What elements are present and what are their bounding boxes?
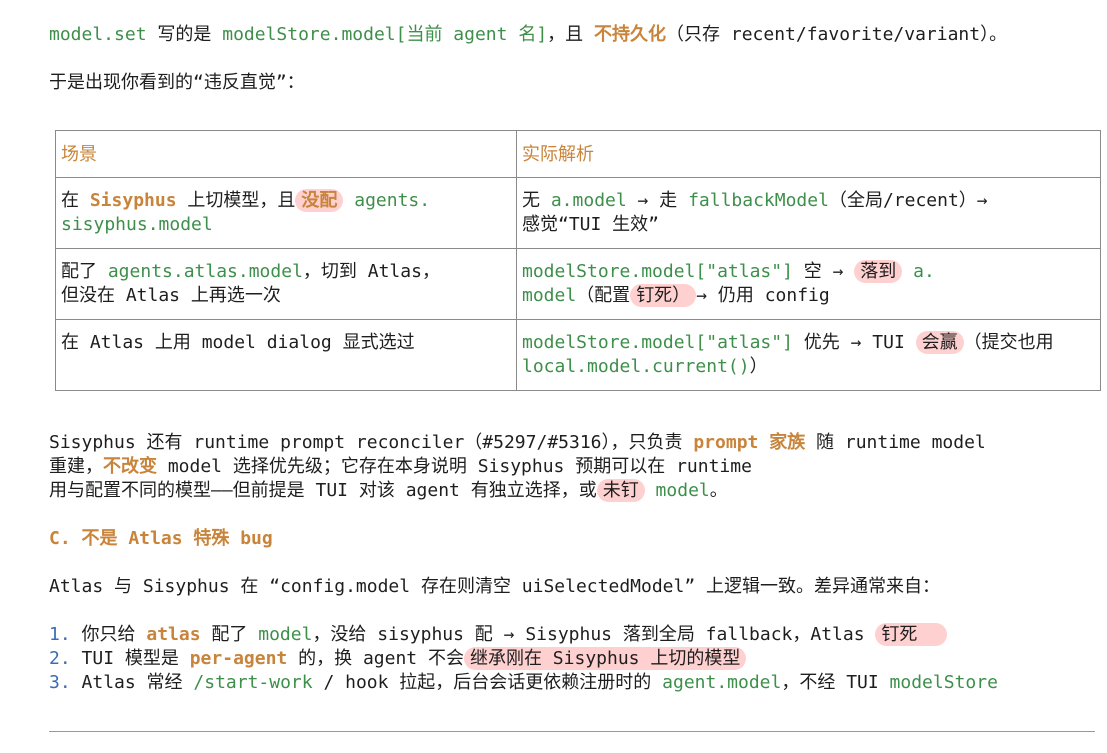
code-agent-model: agent.model [662, 672, 782, 693]
list-number: 2. [49, 648, 71, 669]
table-header-row: 场景 实际解析 [55, 130, 1101, 178]
table-row: 在 Sisyphus 上切模型，且 没配 agents. sisyphus.mode… [55, 177, 1101, 249]
resolution-table: 场景 实际解析 在 Sisyphus 上切模型，且 没配 agents. sisyp… [55, 130, 1101, 391]
code-modelstore: modelStore [889, 672, 998, 693]
highlight-pinned: 钉死 [875, 623, 948, 646]
code-local-model-current: local.model.current() [522, 356, 750, 377]
text: （只存 recent/favorite/variant）。 [666, 24, 1008, 45]
table-row: 配了 agents.atlas.model，切到 Atlas， 但没在 Atlas… [55, 248, 1101, 320]
highlight-not-pinned: 未钉 [596, 479, 645, 502]
table-cell-scenario: 在 Atlas 上用 model dialog 显式选过 [55, 319, 517, 391]
counterintuitive-sentence: 于是出现你看到的“违反直觉”： [49, 72, 305, 93]
reconciler-line-3: 用与配置不同的模型——但前提是 TUI 对该 agent 有独立选择，或 未钉 m… [49, 479, 728, 502]
divider [49, 731, 1095, 732]
code-modelstore-atlas: modelStore.model["atlas"] [522, 332, 793, 353]
code-agents-atlas-model: agents.atlas.model [107, 261, 303, 282]
text: 写的是 [146, 24, 223, 45]
highlight-inherit: 继承刚在 Sisyphus 上切的模型 [463, 647, 747, 670]
highlight-falls-to: 落到 [854, 260, 903, 283]
list-number: 3. [49, 672, 71, 693]
code-a-model: a.model [550, 190, 627, 211]
logic-consistency-sentence: Atlas 与 Sisyphus 在 “config.model 存在则清空 u… [49, 576, 941, 597]
emphasis-per-agent: per-agent [189, 648, 288, 669]
emphasis-prompt-family: prompt 家族 [693, 432, 806, 453]
highlight-pinned: 钉死） [630, 284, 697, 307]
intro-sentence: model.set 写的是 modelStore.model[当前 agent … [49, 23, 1007, 47]
list-number: 1. [49, 624, 71, 645]
reconciler-line-1: Sisyphus 还有 runtime prompt reconciler（#5… [49, 432, 986, 453]
code-modelstore-atlas: modelStore.model["atlas"] [522, 261, 793, 282]
highlight-not-configured: 没配 [295, 189, 344, 212]
header-scenario: 场景 [55, 130, 517, 178]
table-cell-resolution: 无 a.model → 走 fallbackModel（全局/recent）→ 感… [516, 177, 1101, 249]
table-cell-scenario: 配了 agents.atlas.model，切到 Atlas， 但没在 Atlas… [55, 248, 517, 320]
reconciler-line-2: 重建，不改变 model 选择优先级；它存在本身说明 Sisyphus 预期可以… [49, 456, 752, 477]
emphasis-atlas: atlas [146, 624, 201, 645]
table-row: 在 Atlas 上用 model dialog 显式选过 modelStore.… [55, 319, 1101, 391]
code-start-work: /start-work [193, 672, 313, 693]
table-cell-scenario: 在 Sisyphus 上切模型，且 没配 agents. sisyphus.mode… [55, 177, 517, 249]
code-fallback-model: fallbackModel [688, 190, 829, 211]
emphasis-not-persisted: 不持久化 [594, 24, 667, 45]
header-actual-resolution: 实际解析 [516, 130, 1101, 178]
list-item: 1. 你只给 atlas 配了 model，没给 sisyphus 配 → Si… [49, 623, 948, 647]
section-heading-c: C. 不是 Atlas 特殊 bug [49, 528, 273, 549]
highlight-wins: 会赢 [915, 331, 964, 354]
emphasis-not-change: 不改变 [103, 456, 157, 477]
sisyphus-label: Sisyphus [89, 190, 177, 211]
code-model-set: model.set [49, 24, 147, 45]
list-item: 2. TUI 模型是 per-agent 的，换 agent 不会 继承刚在 Si… [49, 647, 747, 671]
list-item: 3. Atlas 常经 /start-work / hook 拉起，后台会话更依… [49, 672, 998, 693]
text: ，且 [547, 24, 595, 45]
table-cell-resolution: modelStore.model["atlas"] 优先 → TUI 会赢 （提交… [516, 319, 1101, 391]
table-cell-resolution: modelStore.model["atlas"] 空 → 落到 a. model… [516, 248, 1101, 320]
code-sisyphus-model: sisyphus.model [61, 214, 213, 235]
code-modelstore-model: modelStore.model[当前 agent 名] [222, 24, 548, 45]
